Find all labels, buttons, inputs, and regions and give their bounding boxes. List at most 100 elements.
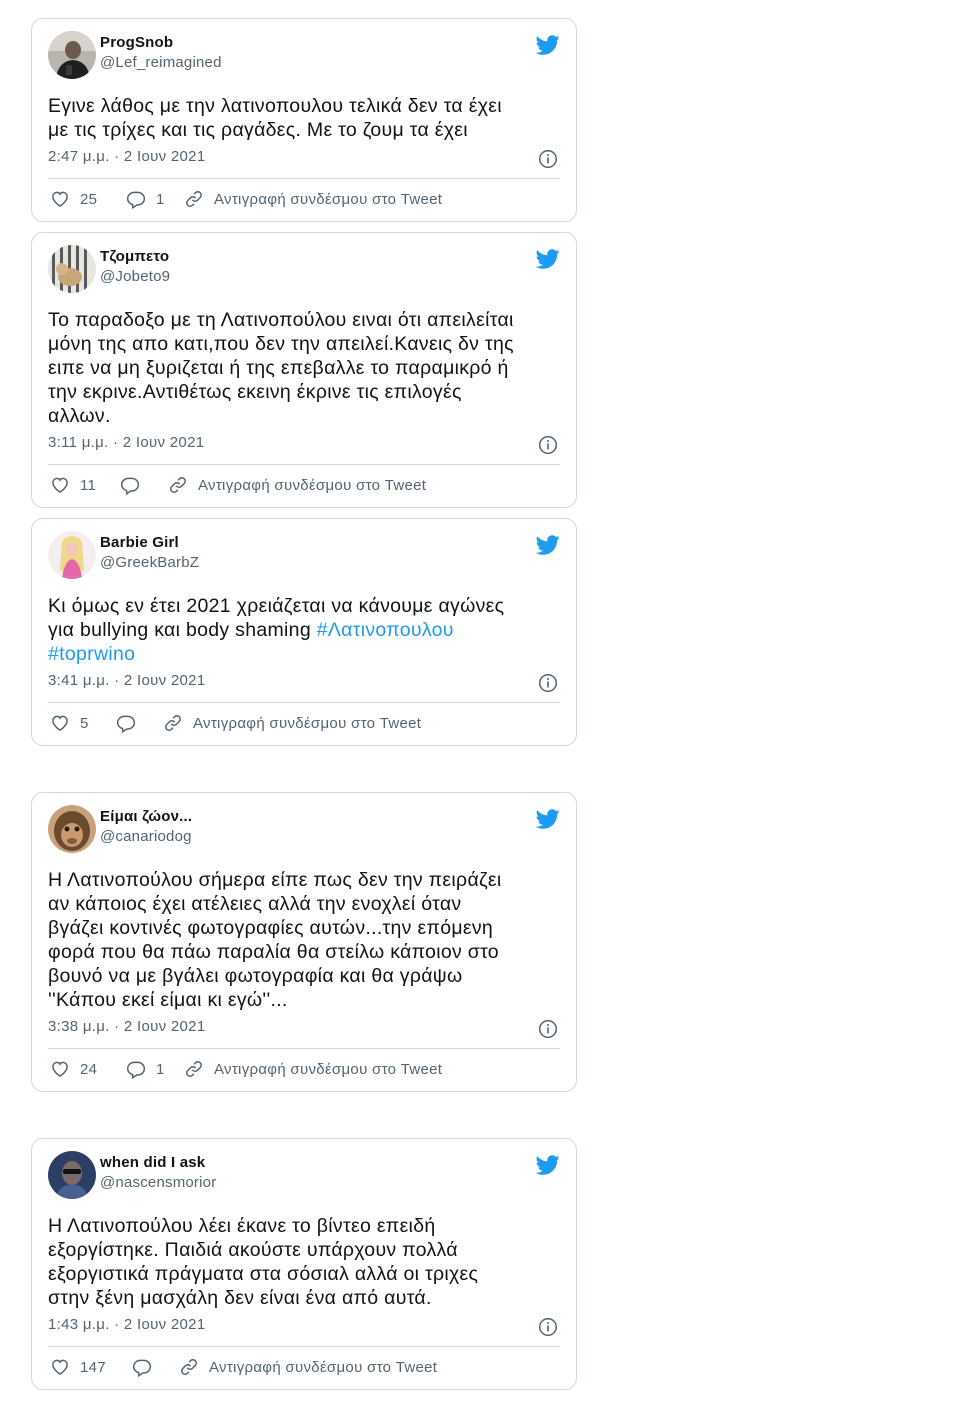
copy-link-button[interactable]: Αντιγραφή συνδέσμου στο Tweet [184, 1057, 442, 1081]
copy-link-button[interactable]: Αντιγραφή συνδέσμου στο Tweet [179, 1355, 437, 1379]
heart-icon [52, 1061, 68, 1077]
heart-icon [52, 1359, 68, 1375]
user-name[interactable]: ProgSnob [100, 34, 173, 51]
tweet-actions: 147 Αντιγραφή συνδέσμου στο Tweet [50, 1355, 560, 1379]
tweet-card[interactable]: Barbie Girl @GreekBarbZ Κι όμως εν έτει … [31, 518, 577, 746]
reply-bubble-icon [126, 191, 146, 209]
tweet-text-line: μόνη της απο κατι,που δεν την απειλεί.Κα… [48, 333, 514, 355]
reply-count: 1 [156, 190, 165, 208]
tweet-text-line: αλλων. [48, 405, 111, 427]
reply-button[interactable]: 1 [126, 1057, 165, 1081]
heart-icon [52, 477, 68, 493]
copy-link-button[interactable]: Αντιγραφή συνδέσμου στο Tweet [163, 711, 421, 735]
user-handle[interactable]: @nascensmorior [100, 1174, 216, 1191]
reply-button[interactable]: 1 [126, 187, 165, 211]
avatar[interactable] [48, 805, 96, 853]
user-handle[interactable]: @Jobeto9 [100, 268, 170, 285]
tweet-text-line: Η Λατινοπούλου σήμερα είπε πως δεν την π… [48, 869, 502, 891]
like-button[interactable]: 11 [50, 473, 96, 497]
tweet-text-line: Κι όμως εν έτει 2021 χρειάζεται να κάνου… [48, 595, 505, 617]
tweet-header: ProgSnob @Lef_reimagined [48, 31, 560, 79]
info-icon[interactable] [538, 673, 558, 693]
copy-link-button[interactable]: Αντιγραφή συνδέσμου στο Tweet [168, 473, 426, 497]
divider [48, 702, 560, 703]
reply-button[interactable] [132, 1355, 152, 1379]
tweet-header: Είμαι ζώον... @canariodog [48, 805, 560, 853]
info-icon[interactable] [538, 435, 558, 455]
info-icon[interactable] [538, 1317, 558, 1337]
tweet-text-line: για bullying και body shaming #Λατινοπου… [48, 618, 562, 642]
user-name[interactable]: Barbie Girl [100, 534, 179, 551]
twitter-bird-icon[interactable] [535, 533, 560, 557]
tweet-actions: 11 Αντιγραφή συνδέσμου στο Tweet [50, 473, 560, 497]
like-count: 11 [80, 476, 97, 494]
like-button[interactable]: 147 [50, 1355, 106, 1379]
avatar[interactable] [48, 245, 96, 293]
tweet-text-line: Το παραδοξο με τη Λατινοπούλου ειναι ότι… [48, 309, 514, 331]
like-button[interactable]: 25 [50, 187, 97, 211]
tweet-text-line: στην ξένη μασχάλη δεν είναι ένα από αυτά… [48, 1287, 432, 1309]
divider [48, 1048, 560, 1049]
tweet-timestamp[interactable]: 1:43 μ.μ. · 2 Ιουν 2021 [48, 1316, 205, 1333]
copy-link-button[interactable]: Αντιγραφή συνδέσμου στο Tweet [184, 187, 442, 211]
info-icon[interactable] [538, 1019, 558, 1039]
hashtag-link[interactable]: #Λατινοπουλου [317, 619, 454, 641]
tweet-text-line: Η Λατινοπούλου λέει έκανε το βίντεο επει… [48, 1215, 436, 1237]
tweet-actions: 5 Αντιγραφή συνδέσμου στο Tweet [50, 711, 560, 735]
tweet-text-line: ''Κάπου εκεί είμαι κι εγώ''... [48, 989, 288, 1011]
divider [48, 464, 560, 465]
heart-icon [52, 191, 68, 207]
tweet-text: Η Λατινοπούλου λέει έκανε το βίντεο επει… [48, 1214, 562, 1310]
tweet-timestamp[interactable]: 2:47 μ.μ. · 2 Ιουν 2021 [48, 148, 205, 165]
reply-button[interactable] [120, 473, 140, 497]
tweet-card[interactable]: Τζομπετο @Jobeto9 Το παραδοξο με τη Λατι… [31, 232, 577, 508]
avatar[interactable] [48, 31, 96, 79]
link-icon [181, 1359, 197, 1375]
tweet-text: Εγινε λάθος με την λατινοπουλου τελικά δ… [48, 94, 562, 142]
copy-link-label: Αντιγραφή συνδέσμου στο Tweet [214, 190, 443, 208]
tweet-actions: 24 1 Αντιγραφή συνδέσμου στο Tweet [50, 1057, 560, 1081]
reply-count: 1 [156, 1060, 165, 1078]
reply-button[interactable] [116, 711, 136, 735]
tweet-text-line: βουνό να με βγάλει φωτογραφία και θα γρά… [48, 965, 463, 987]
like-button[interactable]: 5 [50, 711, 89, 735]
tweet-text-line: φορά που θα πάω παραλία θα στείλω κάποιο… [48, 941, 499, 963]
copy-link-label: Αντιγραφή συνδέσμου στο Tweet [198, 476, 427, 494]
like-button[interactable]: 24 [50, 1057, 97, 1081]
link-icon [186, 1061, 202, 1077]
like-count: 25 [80, 190, 98, 208]
info-icon[interactable] [538, 149, 558, 169]
tweet-text-line: εξοργίστηκε. Παιδιά ακούστε υπάρχουν πολ… [48, 1239, 458, 1261]
user-name[interactable]: Είμαι ζώον... [100, 808, 192, 825]
twitter-bird-icon[interactable] [535, 1153, 560, 1177]
link-icon [186, 191, 202, 207]
user-name[interactable]: Τζομπετο [100, 248, 169, 265]
tweet-text: Κι όμως εν έτει 2021 χρειάζεται να κάνου… [48, 594, 562, 666]
hashtag-link[interactable]: #toprwino [48, 643, 135, 665]
tweet-text-line: εξοργιστικά πράγματα στα σόσιαλ αλλά οι … [48, 1263, 479, 1285]
reply-bubble-icon [120, 477, 140, 495]
link-icon [170, 477, 186, 493]
copy-link-label: Αντιγραφή συνδέσμου στο Tweet [214, 1060, 443, 1078]
tweet-timestamp[interactable]: 3:11 μ.μ. · 2 Ιουν 2021 [48, 434, 204, 451]
tweet-timestamp[interactable]: 3:41 μ.μ. · 2 Ιουν 2021 [48, 672, 205, 689]
avatar[interactable] [48, 531, 96, 579]
user-name[interactable]: when did I ask [100, 1154, 205, 1171]
user-handle[interactable]: @canariodog [100, 828, 192, 845]
tweet-actions: 25 1 Αντιγραφή συνδέσμου στο Tweet [50, 187, 560, 211]
twitter-bird-icon[interactable] [535, 33, 560, 57]
tweet-text: Το παραδοξο με τη Λατινοπούλου ειναι ότι… [48, 308, 562, 428]
avatar[interactable] [48, 1151, 96, 1199]
link-icon [165, 715, 181, 731]
user-handle[interactable]: @Lef_reimagined [100, 54, 222, 71]
like-count: 5 [80, 714, 89, 732]
tweet-timestamp[interactable]: 3:38 μ.μ. · 2 Ιουν 2021 [48, 1018, 205, 1035]
divider [48, 1346, 560, 1347]
tweet-card[interactable]: Είμαι ζώον... @canariodog Η Λατινοπούλου… [31, 792, 577, 1092]
twitter-bird-icon[interactable] [535, 247, 560, 271]
tweet-card[interactable]: ProgSnob @Lef_reimagined Εγινε λάθος με … [31, 18, 577, 222]
tweet-text-line: αν κάποιος έχει ατέλειες αλλά την ενοχλε… [48, 893, 462, 915]
twitter-bird-icon[interactable] [535, 807, 560, 831]
tweet-card[interactable]: when did I ask @nascensmorior Η Λατινοπο… [31, 1138, 577, 1390]
user-handle[interactable]: @GreekBarbZ [100, 554, 199, 571]
